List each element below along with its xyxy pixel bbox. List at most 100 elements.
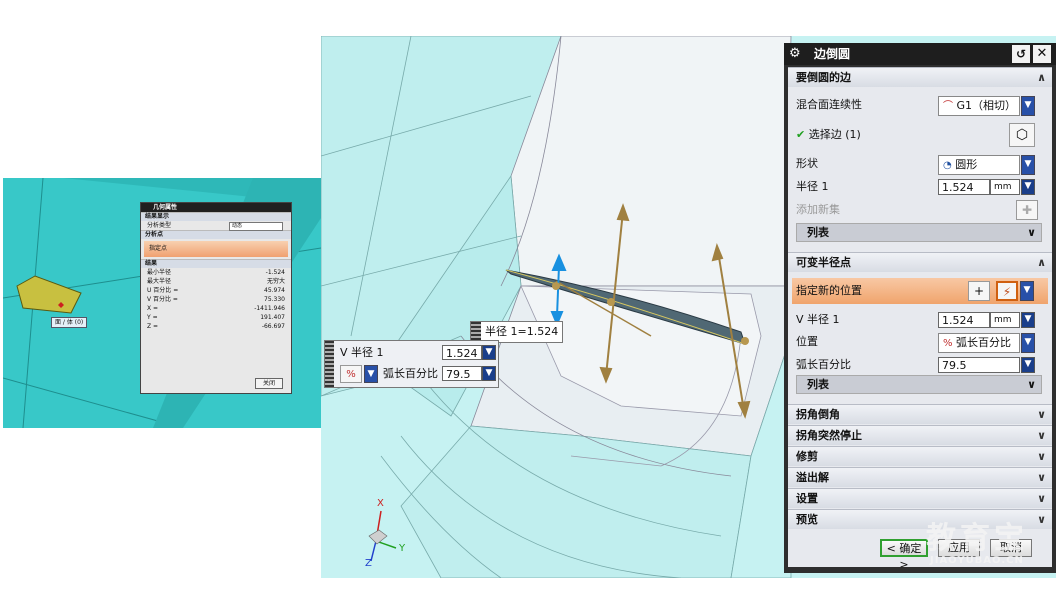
point-snap-icon[interactable]: ⚡ xyxy=(996,281,1018,301)
continuity-icon: ⌒ xyxy=(943,101,953,112)
radius-spin[interactable]: ▼ xyxy=(1021,179,1035,195)
chevron-down-icon[interactable]: ∨ xyxy=(1037,426,1046,446)
shape-label: 形状 xyxy=(796,157,818,170)
chevron-down-icon[interactable]: ∨ xyxy=(1027,376,1036,394)
chevron-up-icon[interactable]: ∧ xyxy=(1037,253,1046,273)
arc-percent-spin[interactable]: ▼ xyxy=(1021,357,1035,373)
reset-icon[interactable]: ↺ xyxy=(1012,45,1030,63)
ok-button[interactable]: < 确定 > xyxy=(880,539,928,571)
mini-section-result[interactable]: 结果 xyxy=(141,259,291,268)
shape-dropdown[interactable]: ▼ xyxy=(1021,155,1035,175)
gear-icon[interactable]: ⚙ xyxy=(789,43,801,65)
axis-z-label: Z xyxy=(365,558,372,569)
dialog-body: 要倒圆的边 ∧ 混合面连续性 ⌒ G1（相切） ▼ ✔ 选择边 (1) ⬡ 形状… xyxy=(788,67,1052,571)
chevron-down-icon[interactable]: ∨ xyxy=(1037,405,1046,425)
position-type-icon[interactable]: % xyxy=(340,365,362,383)
radius-input[interactable]: 1.524 xyxy=(938,179,990,195)
point-type-dropdown[interactable]: ▼ xyxy=(1020,281,1034,301)
continuity-dropdown[interactable]: ▼ xyxy=(1021,96,1035,116)
mini-dialog-title: 几何属性 xyxy=(141,203,291,212)
mini-result-key: Z = xyxy=(147,323,159,330)
dialog-title-bar[interactable]: ⚙ 边倒圆 ↺ ✕ xyxy=(784,43,1056,65)
cube-select-icon[interactable]: ⬡ xyxy=(1009,123,1035,147)
close-icon[interactable]: ✕ xyxy=(1033,45,1051,63)
mini-specify-point[interactable]: 指定点 xyxy=(144,241,288,257)
radius-unit[interactable]: mm xyxy=(990,179,1020,195)
mini-analysis-type-select[interactable]: 动态 xyxy=(229,222,283,231)
mini-result-value: -1411.946 xyxy=(254,305,285,312)
specify-location-row[interactable]: 指定新的位置 + ⚡ ▼ xyxy=(792,278,1048,304)
float-arc-spin[interactable]: ▼ xyxy=(482,366,496,381)
v-radius-label: V 半径 1 xyxy=(796,313,840,326)
mini-results-list: 最小半径 -1.524 最大半径 无穷大 U 百分比 = 45.974 V 百分比 = 75.… xyxy=(141,268,291,331)
section-trim-header[interactable]: 修剪 ∨ xyxy=(788,446,1052,466)
section-variable-header[interactable]: 可变半径点 ∧ xyxy=(788,252,1052,272)
chevron-down-icon[interactable]: ∨ xyxy=(1037,468,1046,488)
checkmark-icon: ✔ xyxy=(796,128,806,141)
mini-close-button[interactable]: 关闭 xyxy=(255,378,283,389)
dialog-title: 边倒圆 xyxy=(814,47,851,61)
section-corner-stop-title: 拐角突然停止 xyxy=(796,429,862,442)
mini-result-key: X = xyxy=(147,305,159,312)
drag-grip[interactable] xyxy=(325,341,334,387)
section-edges-title: 要倒圆的边 xyxy=(796,71,851,84)
section-settings-header[interactable]: 设置 ∨ xyxy=(788,488,1052,508)
float-arc-input[interactable]: 79.5 xyxy=(442,366,482,381)
section-trim-title: 修剪 xyxy=(796,450,818,463)
list-bar-2[interactable]: 列表 ∨ xyxy=(796,375,1042,394)
position-label: 位置 xyxy=(796,335,818,348)
section-overflow-title: 溢出解 xyxy=(796,471,829,484)
specify-location-label: 指定新的位置 xyxy=(796,284,862,297)
mini-result-value: 191.407 xyxy=(260,314,285,321)
position-dropdown[interactable]: ▼ xyxy=(1021,333,1035,353)
onscreen-input-panel[interactable]: V 半径 1 1.524 ▼ % ▼ 弧长百分比 79.5 ▼ xyxy=(324,340,499,388)
chevron-up-icon[interactable]: ∧ xyxy=(1037,68,1046,88)
mini-specify-point-label: 指定点 xyxy=(149,245,168,252)
shape-select[interactable]: ◔ 圆形 xyxy=(938,155,1020,175)
radius-label: 半径 1 xyxy=(796,180,829,193)
select-edge-row[interactable]: ✔ 选择边 (1) xyxy=(796,124,861,146)
float-v-radius-spin[interactable]: ▼ xyxy=(482,345,496,360)
mini-analysis-type-row: 分析类型 动态 xyxy=(141,221,291,231)
float-v-radius-label: V 半径 1 xyxy=(340,346,384,359)
float-arc-label: 弧长百分比 xyxy=(383,367,438,380)
chevron-down-icon[interactable]: ∨ xyxy=(1037,447,1046,467)
chevron-down-icon[interactable]: ∨ xyxy=(1027,224,1036,242)
section-settings-title: 设置 xyxy=(796,492,818,505)
arc-percent-label: 弧长百分比 xyxy=(796,358,851,371)
section-edges-header[interactable]: 要倒圆的边 ∧ xyxy=(788,67,1052,87)
continuity-label: 混合面连续性 xyxy=(796,98,862,111)
radius-callout-text: 半径 1=1.524 xyxy=(485,325,559,338)
position-select[interactable]: % 弧长百分比 xyxy=(938,333,1020,353)
mini-analysis-type-label: 分析类型 xyxy=(147,222,172,229)
position-value: 弧长百分比 xyxy=(956,336,1012,349)
add-new-set-label: 添加新集 xyxy=(796,203,840,216)
chevron-down-icon[interactable]: ∨ xyxy=(1037,510,1046,530)
mini-section-point[interactable]: 分析点 xyxy=(141,230,291,239)
section-corner-setback-header[interactable]: 拐角倒角 ∨ xyxy=(788,404,1052,424)
watermark-logo: 教育宝 xyxy=(926,521,1028,556)
shape-icon: ◔ xyxy=(943,160,952,171)
mini-result-value: 75.330 xyxy=(264,296,285,303)
v-radius-input[interactable]: 1.524 xyxy=(938,312,990,328)
arc-percent-input[interactable]: 79.5 xyxy=(938,357,1020,373)
point-dialog-icon[interactable]: + xyxy=(968,281,990,301)
add-new-set-icon[interactable]: ✚ xyxy=(1016,200,1038,220)
list-bar-1[interactable]: 列表 ∨ xyxy=(796,223,1042,242)
continuity-select[interactable]: ⌒ G1（相切） xyxy=(938,96,1020,116)
position-type-dropdown[interactable]: ▼ xyxy=(364,365,378,383)
chevron-down-icon[interactable]: ∨ xyxy=(1037,489,1046,509)
edge-blend-dialog: ⚙ 边倒圆 ↺ ✕ 要倒圆的边 ∧ 混合面连续性 ⌒ G1（相切） ▼ ✔ 选择… xyxy=(784,43,1056,573)
v-radius-spin[interactable]: ▼ xyxy=(1021,312,1035,328)
float-v-radius-input[interactable]: 1.524 xyxy=(442,345,482,360)
axis-y-label: Y xyxy=(399,543,406,554)
v-radius-unit[interactable]: mm xyxy=(990,312,1020,328)
section-corner-stop-header[interactable]: 拐角突然停止 ∨ xyxy=(788,425,1052,445)
mini-result-row: X = -1411.946 xyxy=(141,304,291,313)
mini-result-row: Z = -66.697 xyxy=(141,322,291,331)
mini-section-display[interactable]: 结果显示 xyxy=(141,212,291,221)
mini-result-value: -66.697 xyxy=(261,323,285,330)
list-label-2: 列表 xyxy=(807,378,829,391)
section-overflow-header[interactable]: 溢出解 ∨ xyxy=(788,467,1052,487)
drag-grip[interactable] xyxy=(471,322,481,342)
